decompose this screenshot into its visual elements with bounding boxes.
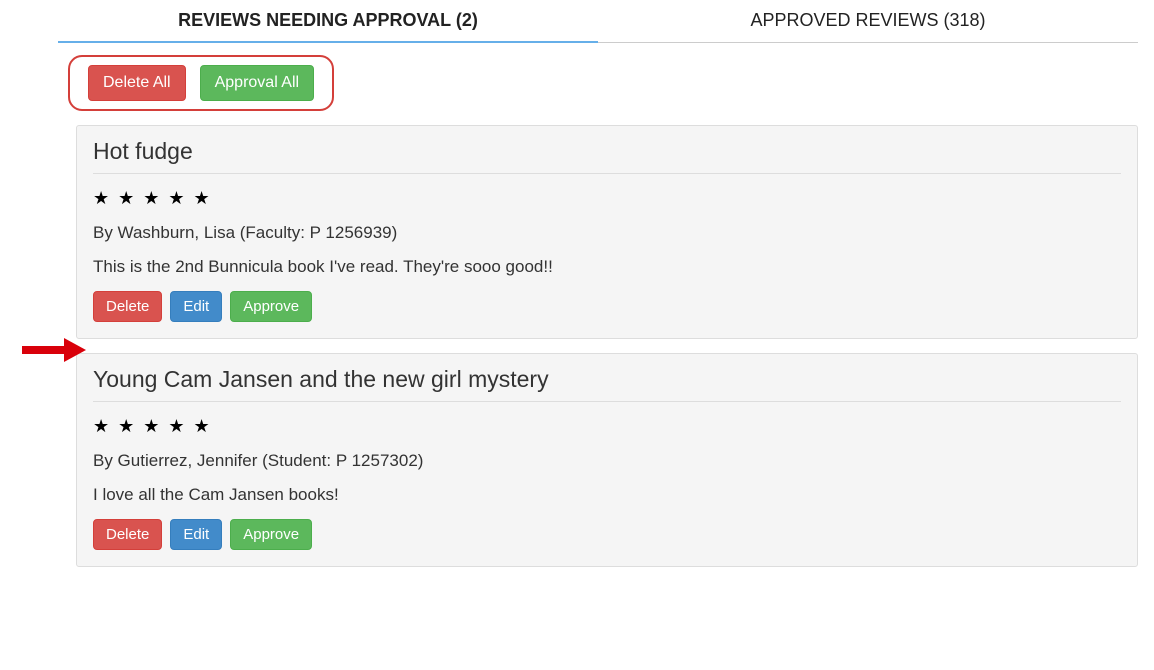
review-actions: Delete Edit Approve bbox=[93, 519, 1121, 550]
approve-button[interactable]: Approve bbox=[230, 291, 312, 322]
star-rating: ★ ★ ★ ★ ★ bbox=[93, 416, 1121, 437]
page-container: REVIEWS NEEDING APPROVAL (2) APPROVED RE… bbox=[0, 0, 1154, 567]
delete-button[interactable]: Delete bbox=[93, 519, 162, 550]
star-rating: ★ ★ ★ ★ ★ bbox=[93, 188, 1121, 209]
review-author: By Gutierrez, Jennifer (Student: P 12573… bbox=[93, 451, 1121, 471]
bulk-actions: Delete All Approval All bbox=[68, 55, 334, 111]
approve-all-button[interactable]: Approval All bbox=[200, 65, 315, 101]
review-actions: Delete Edit Approve bbox=[93, 291, 1121, 322]
delete-button[interactable]: Delete bbox=[93, 291, 162, 322]
tab-pending[interactable]: REVIEWS NEEDING APPROVAL (2) bbox=[58, 0, 598, 43]
review-card: Hot fudge ★ ★ ★ ★ ★ By Washburn, Lisa (F… bbox=[76, 125, 1138, 339]
edit-button[interactable]: Edit bbox=[170, 291, 222, 322]
review-body: This is the 2nd Bunnicula book I've read… bbox=[93, 257, 1121, 277]
review-title: Young Cam Jansen and the new girl myster… bbox=[93, 366, 1121, 402]
review-author: By Washburn, Lisa (Faculty: P 1256939) bbox=[93, 223, 1121, 243]
tab-approved[interactable]: APPROVED REVIEWS (318) bbox=[598, 0, 1138, 42]
review-title: Hot fudge bbox=[93, 138, 1121, 174]
review-card: Young Cam Jansen and the new girl myster… bbox=[76, 353, 1138, 567]
approve-button[interactable]: Approve bbox=[230, 519, 312, 550]
edit-button[interactable]: Edit bbox=[170, 519, 222, 550]
tabs: REVIEWS NEEDING APPROVAL (2) APPROVED RE… bbox=[58, 0, 1138, 43]
delete-all-button[interactable]: Delete All bbox=[88, 65, 186, 101]
review-body: I love all the Cam Jansen books! bbox=[93, 485, 1121, 505]
